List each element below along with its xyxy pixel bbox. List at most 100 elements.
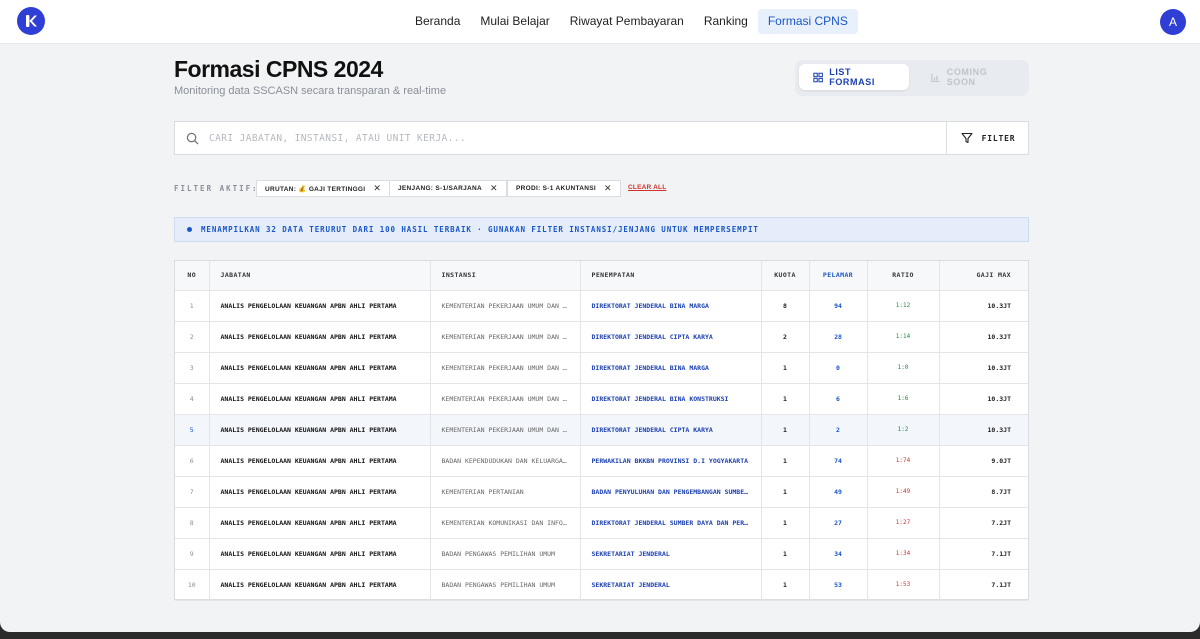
avatar[interactable]: A <box>1160 9 1186 35</box>
cell-kuota: 1 <box>761 538 810 570</box>
search-icon <box>186 132 199 145</box>
cell-instansi: KEMENTERIAN PEKERJAAN UMUM DAN PERUMAHAN… <box>430 321 581 353</box>
cell-ratio: 1:2 <box>867 414 940 446</box>
cell-ratio: 1:27 <box>867 507 940 539</box>
nav-link-ranking[interactable]: Ranking <box>694 9 758 34</box>
cell-gaji-max: 7.1JT <box>939 538 1028 570</box>
cell-no: 6 <box>175 445 210 477</box>
cell-ratio: 1:74 <box>867 445 940 477</box>
table-row[interactable]: 3 ANALIS PENGELOLAAN KEUANGAN APBN AHLI P… <box>175 352 1028 384</box>
nav-link-formasi-cpns[interactable]: Formasi CPNS <box>757 9 858 34</box>
remove-chip-icon[interactable]: ✕ <box>604 183 612 194</box>
cell-jabatan: ANALIS PENGELOLAAN KEUANGAN APBN AHLI PE… <box>209 507 431 539</box>
table-row[interactable]: 1 ANALIS PENGELOLAAN KEUANGAN APBN AHLI P… <box>175 290 1028 322</box>
cell-kuota: 1 <box>761 476 810 508</box>
table-row[interactable]: 8 ANALIS PENGELOLAAN KEUANGAN APBN AHLI P… <box>175 507 1028 539</box>
col-header-penempatan[interactable]: PENEMPATAN <box>580 261 762 291</box>
col-header-gaji-max[interactable]: GAJI MAX <box>939 261 1028 291</box>
cell-no: 3 <box>175 352 210 384</box>
cell-penempatan: DIREKTORAT JENDERAL BINA MARGA <box>580 352 762 384</box>
cell-ratio: 1:6 <box>867 383 940 415</box>
list-formasi-button[interactable]: LIST FORMASI <box>799 64 909 90</box>
nav-link-mulai-belajar[interactable]: Mulai Belajar <box>470 9 559 34</box>
cell-kuota: 2 <box>761 321 810 353</box>
search-input[interactable] <box>209 122 944 154</box>
formasi-table: NO JABATAN INSTANSI PENEMPATAN KUOTA PEL… <box>174 260 1029 601</box>
table-row[interactable]: 4 ANALIS PENGELOLAAN KEUANGAN APBN AHLI P… <box>175 383 1028 415</box>
col-header-pelamar[interactable]: PELAMAR <box>809 261 868 291</box>
col-header-no[interactable]: NO <box>175 261 210 291</box>
search-bar: FILTER <box>174 121 1029 155</box>
page: Beranda Mulai Belajar Riwayat Pembayaran… <box>0 0 1200 632</box>
cell-no: 9 <box>175 538 210 570</box>
table-row[interactable]: 5 ANALIS PENGELOLAAN KEUANGAN APBN AHLI P… <box>175 414 1028 446</box>
cell-gaji-max: 10.3JT <box>939 414 1028 446</box>
cell-gaji-max: 7.2JT <box>939 507 1028 539</box>
coming-soon-label: COMING SOON <box>946 67 988 87</box>
cell-gaji-max: 9.0JT <box>939 445 1028 477</box>
table-row[interactable]: 9 ANALIS PENGELOLAAN KEUANGAN APBN AHLI P… <box>175 538 1028 570</box>
col-header-instansi[interactable]: INSTANSI <box>430 261 581 291</box>
cell-jabatan: ANALIS PENGELOLAAN KEUANGAN APBN AHLI PE… <box>209 476 431 508</box>
filter-button[interactable]: FILTER <box>946 122 1029 154</box>
cell-kuota: 1 <box>761 352 810 384</box>
logo[interactable] <box>17 7 45 35</box>
logo-k-icon <box>26 15 37 27</box>
grid-icon <box>813 72 823 82</box>
cell-gaji-max: 10.3JT <box>939 352 1028 384</box>
cell-pelamar: 53 <box>809 569 868 601</box>
top-navbar: Beranda Mulai Belajar Riwayat Pembayaran… <box>0 0 1200 44</box>
cell-instansi: BADAN PENGAWAS PEMILIHAN UMUM <box>430 569 581 601</box>
cell-instansi: BADAN KEPENDUDUKAN DAN KELUARGA BERENCAN… <box>430 445 581 477</box>
funnel-icon <box>961 132 973 144</box>
filter-chip-urutan: URUTAN: 💰 GAJI TERTINGGI ✕ <box>256 180 391 197</box>
coming-soon-button: COMING SOON <box>917 64 1025 90</box>
cell-penempatan: BADAN PENYULUHAN DAN PENGEMBANGAN SUMBER… <box>580 476 762 508</box>
col-header-jabatan[interactable]: JABATAN <box>209 261 431 291</box>
cell-penempatan: DIREKTORAT JENDERAL BINA KONSTRUKSI <box>580 383 762 415</box>
remove-chip-icon[interactable]: ✕ <box>373 183 381 194</box>
page-title: Formasi CPNS 2024 <box>174 56 383 82</box>
cell-ratio: 1:53 <box>867 569 940 601</box>
cell-no: 1 <box>175 290 210 322</box>
clear-all-link[interactable]: CLEAR ALL <box>628 184 666 191</box>
table-row[interactable]: 6 ANALIS PENGELOLAAN KEUANGAN APBN AHLI P… <box>175 445 1028 477</box>
view-toggle: LIST FORMASI COMING SOON <box>795 60 1029 96</box>
table-row[interactable]: 10 ANALIS PENGELOLAAN KEUANGAN APBN AHLI … <box>175 569 1028 601</box>
cell-gaji-max: 8.7JT <box>939 476 1028 508</box>
cell-instansi: BADAN PENGAWAS PEMILIHAN UMUM <box>430 538 581 570</box>
cell-instansi: KEMENTERIAN PEKERJAAN UMUM DAN PERUMAHAN… <box>430 290 581 322</box>
cell-jabatan: ANALIS PENGELOLAAN KEUANGAN APBN AHLI PE… <box>209 352 431 384</box>
nav-link-riwayat-pembayaran[interactable]: Riwayat Pembayaran <box>560 9 694 34</box>
cell-gaji-max: 10.3JT <box>939 383 1028 415</box>
cell-pelamar: 2 <box>809 414 868 446</box>
filter-chip-label: JENJANG: S-1/SARJANA <box>398 185 483 192</box>
cell-gaji-max: 7.1JT <box>939 569 1028 601</box>
cell-kuota: 1 <box>761 507 810 539</box>
cell-pelamar: 6 <box>809 383 868 415</box>
filter-button-label: FILTER <box>981 133 1016 143</box>
col-header-ratio[interactable]: RATIO <box>867 261 940 291</box>
cell-kuota: 1 <box>761 569 810 601</box>
cell-kuota: 1 <box>761 414 810 446</box>
cell-jabatan: ANALIS PENGELOLAAN KEUANGAN APBN AHLI PE… <box>209 383 431 415</box>
page-subtitle: Monitoring data SSCASN secara transparan… <box>174 85 447 97</box>
cell-no: 8 <box>175 507 210 539</box>
table-header-row: NO JABATAN INSTANSI PENEMPATAN KUOTA PEL… <box>175 261 1028 291</box>
bar-chart-icon <box>931 72 940 82</box>
remove-chip-icon[interactable]: ✕ <box>490 183 498 194</box>
table-row[interactable]: 2 ANALIS PENGELOLAAN KEUANGAN APBN AHLI P… <box>175 321 1028 353</box>
cell-jabatan: ANALIS PENGELOLAAN KEUANGAN APBN AHLI PE… <box>209 321 431 353</box>
cell-instansi: KEMENTERIAN KOMUNIKASI DAN INFORMATIKA <box>430 507 581 539</box>
cell-pelamar: 49 <box>809 476 868 508</box>
cell-gaji-max: 10.3JT <box>939 290 1028 322</box>
cell-pelamar: 0 <box>809 352 868 384</box>
cell-penempatan: DIREKTORAT JENDERAL BINA MARGA <box>580 290 762 322</box>
nav-link-beranda[interactable]: Beranda <box>405 9 470 34</box>
table-row[interactable]: 7 ANALIS PENGELOLAAN KEUANGAN APBN AHLI P… <box>175 476 1028 508</box>
col-header-kuota[interactable]: KUOTA <box>761 261 810 291</box>
list-formasi-label: LIST FORMASI <box>829 67 875 87</box>
filter-chip-jenjang: JENJANG: S-1/SARJANA ✕ <box>389 180 507 197</box>
cell-pelamar: 34 <box>809 538 868 570</box>
cell-instansi: KEMENTERIAN PEKERJAAN UMUM DAN PERUMAHAN… <box>430 352 581 384</box>
